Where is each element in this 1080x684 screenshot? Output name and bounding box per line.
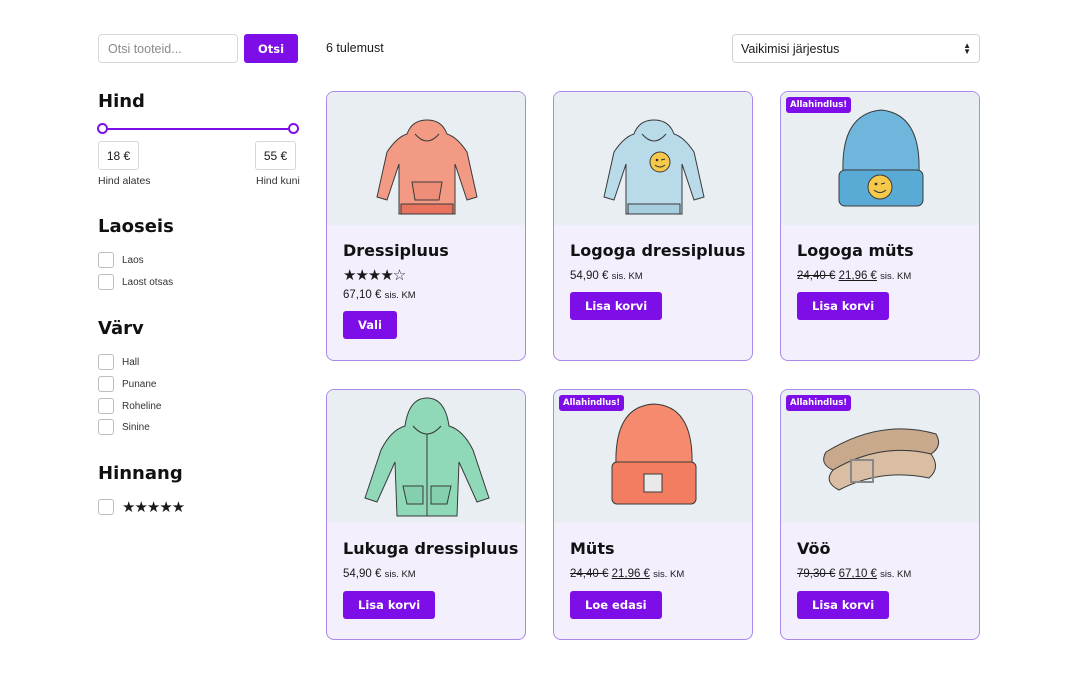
add-to-cart-button[interactable]: Lisa korvi [570, 292, 663, 320]
hoodie-icon[interactable] [327, 92, 525, 225]
beanie-logo-icon[interactable]: Allahindlus! [781, 92, 979, 225]
price-min-input[interactable]: 18 € [98, 141, 139, 170]
hoodie-logo-icon[interactable] [554, 92, 752, 225]
product-name[interactable]: Dressipluus [343, 241, 449, 260]
product-name[interactable]: Logoga dressipluus [570, 241, 745, 260]
add-to-cart-button[interactable]: Lisa korvi [797, 591, 890, 619]
product-name[interactable]: Lukuga dressipluus [343, 539, 518, 558]
sort-selected-label: Vaikimisi järjestus [741, 41, 840, 56]
sale-badge: Allahindlus! [559, 395, 625, 411]
rating-filter-title: Hinnang [98, 463, 183, 484]
price-tax-note: sis. KM [880, 271, 912, 282]
results-count: 6 tulemust [326, 41, 384, 55]
product-price: 79,30 € 67,10 € sis. KM [797, 568, 911, 580]
option-label: Laost otsas [122, 276, 174, 288]
sort-arrows-icon: ▲ ▼ [963, 40, 971, 56]
option-label: Laos [122, 254, 144, 266]
price-tax-note: sis. KM [880, 569, 912, 580]
price-old: 24,40 € [570, 568, 609, 580]
price-range-slider[interactable] [97, 123, 299, 134]
beanie-icon[interactable]: Allahindlus! [554, 390, 752, 523]
color-option-red[interactable]: Punane [98, 376, 156, 392]
product-price: 67,10 € sis. KM [343, 289, 416, 301]
sale-badge: Allahindlus! [786, 97, 852, 113]
product-price: 24,40 € 21,96 € sis. KM [797, 270, 911, 282]
product-card[interactable]: Lukuga dressipluus 54,90 € sis. KM Lisa … [326, 389, 526, 640]
zip-hoodie-icon[interactable] [327, 390, 525, 523]
option-label: Roheline [122, 400, 162, 412]
price-min-handle[interactable] [97, 123, 108, 134]
price-current: 21,96 € [611, 568, 650, 580]
checkbox[interactable] [98, 499, 114, 515]
price-max-input[interactable]: 55 € [255, 141, 296, 170]
price-current: 21,96 € [838, 270, 877, 282]
price-filter-title: Hind [98, 91, 145, 112]
stock-option-out-of-stock[interactable]: Laost otsas [98, 274, 173, 290]
stock-filter-title: Laoseis [98, 216, 174, 237]
checkbox[interactable] [98, 398, 114, 414]
checkbox[interactable] [98, 274, 114, 290]
option-label: Punane [122, 378, 157, 390]
add-to-cart-button[interactable]: Lisa korvi [343, 591, 436, 619]
color-option-blue[interactable]: Sinine [98, 419, 150, 435]
price-old: 79,30 € [797, 568, 836, 580]
price-tax-note: sis. KM [611, 271, 643, 282]
product-price: 54,90 € sis. KM [570, 270, 643, 282]
search-input[interactable] [98, 34, 238, 63]
search-bar: Otsi [98, 34, 298, 63]
product-card[interactable]: Allahindlus! Müts 24,40 € 21,96 € sis. K… [553, 389, 753, 640]
price-tax-note: sis. KM [384, 569, 416, 580]
add-to-cart-button[interactable]: Lisa korvi [797, 292, 890, 320]
sale-badge: Allahindlus! [786, 395, 852, 411]
checkbox[interactable] [98, 419, 114, 435]
price-tax-note: sis. KM [384, 290, 416, 301]
product-name[interactable]: Müts [570, 539, 614, 558]
product-price: 54,90 € sis. KM [343, 568, 416, 580]
product-rating-stars-icon: ★★★★☆ [343, 266, 406, 284]
option-label: Hall [122, 356, 140, 368]
star-rating-icon: ★★★★★ [122, 499, 185, 516]
color-option-green[interactable]: Roheline [98, 398, 161, 414]
rating-option-5[interactable]: ★★★★★ [98, 498, 185, 516]
stock-option-in-stock[interactable]: Laos [98, 252, 144, 268]
price-max-handle[interactable] [288, 123, 299, 134]
price-current: 67,10 € [343, 289, 382, 301]
product-name[interactable]: Vöö [797, 539, 831, 558]
checkbox[interactable] [98, 252, 114, 268]
price-current: 67,10 € [838, 568, 877, 580]
color-filter-title: Värv [98, 318, 144, 339]
belt-icon[interactable]: Allahindlus! [781, 390, 979, 523]
price-current: 54,90 € [570, 270, 609, 282]
product-name[interactable]: Logoga müts [797, 241, 914, 260]
color-option-gray[interactable]: Hall [98, 354, 139, 370]
product-card[interactable]: Allahindlus! Vöö 79,30 € 67,10 € sis. KM… [780, 389, 980, 640]
price-max-label: Hind kuni [256, 175, 300, 187]
search-button[interactable]: Otsi [244, 34, 298, 63]
read-more-button[interactable]: Loe edasi [570, 591, 662, 619]
price-tax-note: sis. KM [653, 569, 685, 580]
checkbox[interactable] [98, 376, 114, 392]
product-card[interactable]: Dressipluus ★★★★☆ 67,10 € sis. KM Vali [326, 91, 526, 361]
price-current: 54,90 € [343, 568, 382, 580]
checkbox[interactable] [98, 354, 114, 370]
product-price: 24,40 € 21,96 € sis. KM [570, 568, 684, 580]
sort-select[interactable]: Vaikimisi järjestus ▲ ▼ [732, 34, 980, 63]
price-min-label: Hind alates [98, 175, 151, 187]
product-card[interactable]: Allahindlus! Logoga müts 24,40 € 21,96 €… [780, 91, 980, 361]
option-label: Sinine [122, 421, 150, 433]
select-options-button[interactable]: Vali [343, 311, 397, 339]
price-old: 24,40 € [797, 270, 836, 282]
product-card[interactable]: Logoga dressipluus 54,90 € sis. KM Lisa … [553, 91, 753, 361]
